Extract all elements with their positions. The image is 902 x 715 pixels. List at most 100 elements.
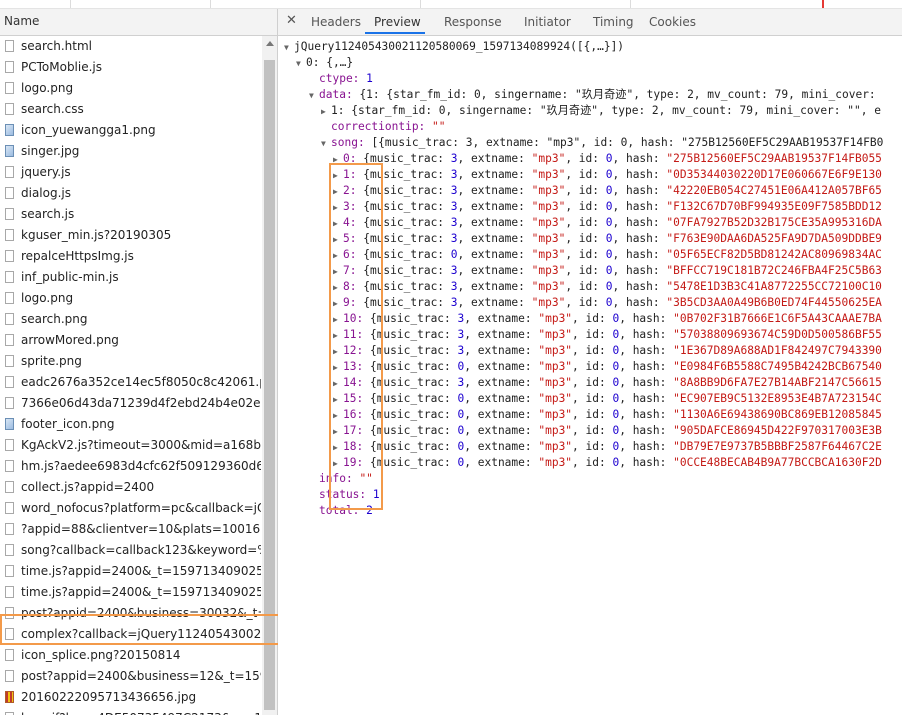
tab-timing[interactable]: Timing — [593, 15, 634, 29]
request-row[interactable]: arrowMored.png — [0, 330, 261, 351]
song-entry[interactable]: ▶ 3: {music_trac: 3, extname: "mp3", id: … — [333, 199, 882, 215]
song-entry[interactable]: ▶ 2: {music_trac: 3, extname: "mp3", id: … — [333, 183, 882, 199]
request-row[interactable]: singer.jpg — [0, 141, 261, 162]
data-value: {1: {star_fm_id: 0, singername: "玖月奇迹", … — [359, 88, 876, 101]
request-row[interactable]: icon_yuewangga1.png — [0, 120, 261, 141]
song-entry[interactable]: ▶ 4: {music_trac: 3, extname: "mp3", id: … — [333, 215, 882, 231]
request-row[interactable]: jquery.js — [0, 162, 261, 183]
extname-value: "mp3" — [531, 168, 566, 181]
song-text: , hash: — [619, 440, 674, 453]
song-text: , hash: — [612, 200, 667, 213]
collapse-arrow-icon[interactable]: ▼ — [309, 88, 319, 104]
request-row[interactable]: inf_public-min.js — [0, 267, 261, 288]
active-tab-indicator — [365, 32, 425, 34]
request-name: footer_icon.png — [21, 417, 115, 431]
request-row[interactable]: search.css — [0, 99, 261, 120]
request-row[interactable]: collect.js?appid=2400 — [0, 477, 261, 498]
request-row[interactable]: logo.png — [0, 78, 261, 99]
tab-headers[interactable]: Headers — [311, 15, 361, 29]
request-row[interactable]: icon_splice.png?20150814 — [0, 645, 261, 666]
request-row[interactable]: 20160222095713436656.jpg — [0, 687, 261, 708]
song-entry[interactable]: ▶ 9: {music_trac: 3, extname: "mp3", id: … — [333, 295, 882, 311]
request-row[interactable]: time.js?appid=2400&_t=1597134090251&_r= — [0, 582, 261, 603]
request-row[interactable]: hm.gif?hca=4DE50735497C2173&cc=1&ck=1 — [0, 708, 261, 715]
scroll-up-icon[interactable] — [266, 41, 274, 46]
song-text: , hash: — [612, 168, 667, 181]
request-row[interactable]: time.js?appid=2400&_t=1597134090250&_r= — [0, 561, 261, 582]
data-row[interactable]: ▼ data: {1: {star_fm_id: 0, singername: "… — [309, 87, 876, 103]
devtools-top-strip — [0, 0, 902, 9]
gif-icon — [5, 691, 14, 703]
song-entry[interactable]: ▶ 0: {music_trac: 3, extname: "mp3", id: … — [333, 151, 882, 167]
song-text: , id: — [572, 456, 613, 469]
request-name: word_nofocus?platform=pc&callback=jQuery — [21, 501, 261, 515]
song-entry[interactable]: ▶ 18: {music_trac: 0, extname: "mp3", id:… — [333, 439, 882, 455]
request-row[interactable]: 7366e06d43da71239d4f2ebd24b4e02e.png — [0, 393, 261, 414]
data-key: data: — [319, 88, 353, 101]
music-trac-value: 3 — [450, 184, 458, 197]
song-entry[interactable]: ▶ 5: {music_trac: 3, extname: "mp3", id: … — [333, 231, 882, 247]
song-entry[interactable]: ▶ 11: {music_trac: 3, extname: "mp3", id:… — [333, 327, 882, 343]
request-row[interactable]: word_nofocus?platform=pc&callback=jQuery — [0, 498, 261, 519]
request-row[interactable]: hm.js?aedee6983d4cfc62f509129360d6bb3d — [0, 456, 261, 477]
request-row[interactable]: KgAckV2.js?timeout=3000&mid=a168b7359c — [0, 435, 261, 456]
song-text: , extname: — [464, 376, 539, 389]
request-row[interactable]: search.html — [0, 36, 261, 57]
hash-value: "5478E1D3B3C41A8772255CC72100C10 — [666, 280, 882, 293]
timeline-tick — [70, 0, 71, 8]
tab-initiator[interactable]: Initiator — [524, 15, 571, 29]
song-text: , hash: — [612, 184, 667, 197]
request-row[interactable]: post?appid=2400&business=12&_t=15971341 — [0, 666, 261, 687]
tree-root[interactable]: ▼ jQuery112405430021120580069_15971340899… — [284, 39, 624, 55]
request-row[interactable]: song?callback=callback123&keyword=%E7% — [0, 540, 261, 561]
request-row[interactable]: eadc2676a352ce14ec5f8050c8c42061.png — [0, 372, 261, 393]
song-entry[interactable]: ▶ 6: {music_trac: 0, extname: "mp3", id: … — [333, 247, 882, 263]
song-row[interactable]: ▼ song: [{music_trac: 3, extname: "mp3", … — [321, 135, 883, 151]
song-entry[interactable]: ▶ 10: {music_trac: 3, extname: "mp3", id:… — [333, 311, 882, 327]
song-entry[interactable]: ▶ 13: {music_trac: 0, extname: "mp3", id:… — [333, 359, 882, 375]
tab-response[interactable]: Response — [444, 15, 502, 29]
file-icon — [5, 334, 14, 346]
file-icon — [5, 103, 14, 115]
request-row[interactable]: ?appid=88&clientver=10&plats=10016,1001. — [0, 519, 261, 540]
file-icon — [5, 670, 14, 682]
request-row[interactable]: search.png — [0, 309, 261, 330]
request-name: post?appid=2400&business=12&_t=15971341 — [21, 669, 261, 683]
request-row[interactable]: search.js — [0, 204, 261, 225]
song-entry[interactable]: ▶ 8: {music_trac: 3, extname: "mp3", id: … — [333, 279, 882, 295]
song-entry[interactable]: ▶ 14: {music_trac: 3, extname: "mp3", id:… — [333, 375, 882, 391]
file-icon — [5, 61, 14, 73]
close-icon[interactable]: ✕ — [286, 13, 297, 28]
request-row[interactable]: footer_icon.png — [0, 414, 261, 435]
tab-cookies[interactable]: Cookies — [649, 15, 696, 29]
timeline-tick — [630, 0, 631, 8]
name-column-header[interactable]: Name — [0, 9, 277, 36]
tree-item-0[interactable]: ▼ 0: {,…} — [296, 55, 353, 71]
scrollbar-thumb[interactable] — [264, 60, 275, 710]
timeline-tick — [420, 0, 421, 8]
collapse-arrow-icon[interactable]: ▼ — [296, 56, 306, 72]
song-entry[interactable]: ▶ 16: {music_trac: 0, extname: "mp3", id:… — [333, 407, 882, 423]
request-row[interactable]: kguser_min.js?20190305 — [0, 225, 261, 246]
song-entry[interactable]: ▶ 15: {music_trac: 0, extname: "mp3", id:… — [333, 391, 882, 407]
music-trac-value: 3 — [450, 152, 458, 165]
request-row[interactable]: PCToMoblie.js — [0, 57, 261, 78]
song-entry[interactable]: ▶ 1: {music_trac: 3, extname: "mp3", id: … — [333, 167, 882, 183]
song-entry[interactable]: ▶ 12: {music_trac: 3, extname: "mp3", id:… — [333, 343, 882, 359]
request-row[interactable]: repalceHttpsImg.js — [0, 246, 261, 267]
request-row[interactable]: logo.png — [0, 288, 261, 309]
collapse-arrow-icon[interactable]: ▼ — [321, 136, 331, 152]
song-text: , id: — [565, 248, 606, 261]
data-item-1-row[interactable]: ▶ 1: {star_fm_id: 0, singername: "玖月奇迹", … — [321, 103, 881, 119]
song-text: , id: — [572, 344, 613, 357]
song-entry[interactable]: ▶ 17: {music_trac: 0, extname: "mp3", id:… — [333, 423, 882, 439]
request-row[interactable]: sprite.png — [0, 351, 261, 372]
ctype-value: 1 — [366, 72, 373, 85]
extname-value: "mp3" — [531, 200, 566, 213]
request-row[interactable]: dialog.js — [0, 183, 261, 204]
tab-preview[interactable]: Preview — [374, 15, 421, 29]
collapse-arrow-icon[interactable]: ▼ — [284, 40, 294, 56]
song-entry[interactable]: ▶ 19: {music_trac: 0, extname: "mp3", id:… — [333, 455, 882, 471]
expand-arrow-icon[interactable]: ▶ — [321, 104, 331, 120]
song-entry[interactable]: ▶ 7: {music_trac: 3, extname: "mp3", id: … — [333, 263, 882, 279]
